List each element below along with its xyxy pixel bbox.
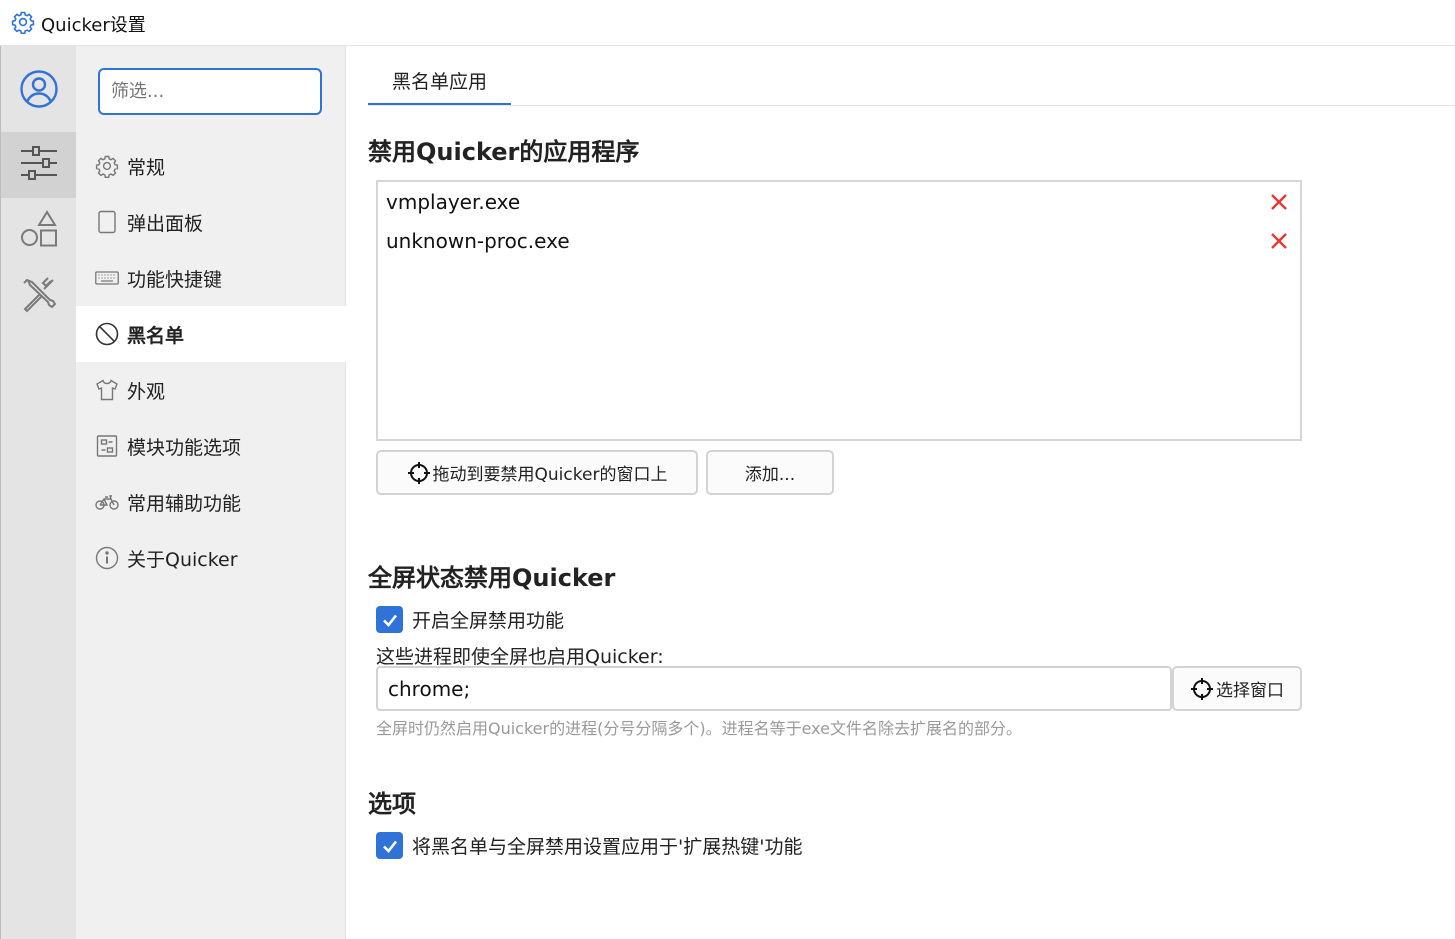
checkbox-label: 开启全屏禁用功能 xyxy=(412,610,565,632)
select-window-label: 选择窗口 xyxy=(1216,681,1284,701)
checkmark-icon xyxy=(376,832,403,859)
app-name: unknown-proc.exe xyxy=(386,229,570,253)
nav-item-label: 常规 xyxy=(127,156,166,179)
blacklist-app-list[interactable]: vmplayer.exe unknown-proc.exe xyxy=(376,180,1302,441)
nav-item-accessibility[interactable]: 常用辅助功能 xyxy=(76,474,346,530)
main-content: 黑名单应用 禁用Quicker的应用程序 vmplayer.exe unknow… xyxy=(346,46,1455,939)
add-button-label: 添加... xyxy=(744,465,796,485)
rail-shapes-button[interactable] xyxy=(1,198,76,264)
blacklist-heading: 禁用Quicker的应用程序 xyxy=(368,138,640,166)
nav-item-popup-panel[interactable]: 弹出面板 xyxy=(76,194,346,250)
nav-item-label: 关于Quicker xyxy=(127,548,238,571)
exceptions-input[interactable] xyxy=(376,666,1172,711)
nav-item-label: 模块功能选项 xyxy=(127,436,242,459)
settings-nav: 常规 弹出面板 功能快捷键 黑名单 xyxy=(76,46,346,939)
add-app-button[interactable]: 添加... xyxy=(706,450,834,495)
rail-account-button[interactable] xyxy=(1,58,76,124)
tab-blacklist-apps[interactable]: 黑名单应用 xyxy=(368,61,511,106)
nav-item-about[interactable]: 关于Quicker xyxy=(76,530,346,586)
apply-to-hotkeys-checkbox[interactable]: 将黑名单与全屏禁用设置应用于'扩展热键'功能 xyxy=(376,832,802,859)
exceptions-hint: 全屏时仍然启用Quicker的进程(分号分隔多个)。进程名等于exe文件名除去扩… xyxy=(376,719,1022,738)
shapes-icon xyxy=(20,210,58,252)
nav-item-appearance[interactable]: 外观 xyxy=(76,362,346,418)
title-bar: Quicker设置 xyxy=(0,0,1455,46)
icon-rail xyxy=(0,46,76,939)
nav-item-label: 黑名单 xyxy=(127,324,185,347)
fullscreen-enable-checkbox[interactable]: 开启全屏禁用功能 xyxy=(376,606,564,633)
bicycle-icon xyxy=(95,490,119,514)
list-item: vmplayer.exe xyxy=(386,183,1294,221)
nav-item-label: 常用辅助功能 xyxy=(127,492,242,515)
user-icon xyxy=(19,69,59,113)
close-icon[interactable] xyxy=(1268,191,1290,213)
crosshair-icon xyxy=(407,461,431,485)
keyboard-icon xyxy=(95,266,119,290)
checkbox-label: 将黑名单与全屏禁用设置应用于'扩展热键'功能 xyxy=(412,836,803,858)
block-icon xyxy=(95,322,119,346)
info-icon xyxy=(95,546,119,570)
tools-icon xyxy=(20,276,58,318)
drag-button-label: 拖动到要禁用Quicker的窗口上 xyxy=(432,465,668,485)
nav-item-label: 外观 xyxy=(127,380,166,403)
window-title: Quicker设置 xyxy=(41,15,146,36)
gear-icon xyxy=(11,10,35,35)
gear-icon xyxy=(95,154,119,178)
drag-to-window-button[interactable]: 拖动到要禁用Quicker的窗口上 xyxy=(376,450,698,495)
checkmark-icon xyxy=(376,606,403,633)
nav-item-blacklist[interactable]: 黑名单 xyxy=(76,306,346,362)
close-icon[interactable] xyxy=(1268,230,1290,252)
panel-icon xyxy=(95,210,119,234)
fullscreen-heading: 全屏状态禁用Quicker xyxy=(368,564,616,592)
list-item: unknown-proc.exe xyxy=(386,222,1294,260)
options-heading: 选项 xyxy=(368,790,416,818)
rail-settings-button[interactable] xyxy=(1,132,76,198)
nav-item-general[interactable]: 常规 xyxy=(76,138,346,194)
module-icon xyxy=(95,434,119,458)
select-window-button[interactable]: 选择窗口 xyxy=(1172,666,1302,711)
rail-tools-button[interactable] xyxy=(1,264,76,330)
nav-item-hotkeys[interactable]: 功能快捷键 xyxy=(76,250,346,306)
nav-item-label: 弹出面板 xyxy=(127,212,204,235)
filter-input[interactable] xyxy=(98,68,322,115)
tshirt-icon xyxy=(95,378,119,402)
tab-divider xyxy=(368,105,1455,106)
exceptions-label: 这些进程即使全屏也启用Quicker: xyxy=(376,646,664,668)
app-name: vmplayer.exe xyxy=(386,190,521,214)
nav-item-module-options[interactable]: 模块功能选项 xyxy=(76,418,346,474)
crosshair-icon xyxy=(1190,677,1214,701)
nav-item-label: 功能快捷键 xyxy=(127,268,223,291)
sliders-icon xyxy=(20,146,58,184)
